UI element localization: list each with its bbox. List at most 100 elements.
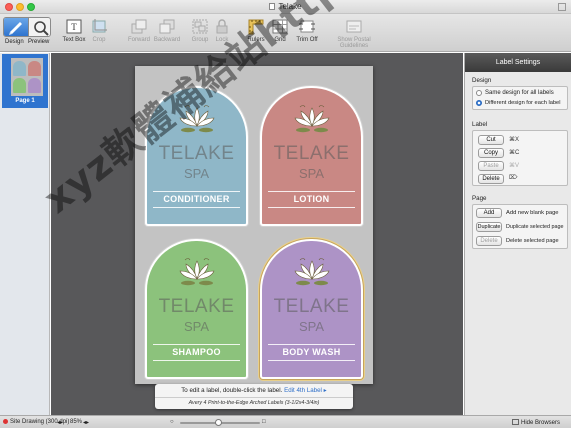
page-section-title: Page xyxy=(472,195,487,202)
label-actions-box: Cut ⌘X Copy ⌘C Paste ⌘V Delete ⌦ xyxy=(472,130,568,186)
svg-text:T: T xyxy=(71,22,77,32)
red-dot-icon xyxy=(3,419,8,426)
show-postal-label: Show Postal Guidelines xyxy=(337,37,371,49)
label-shampoo[interactable]: TELAKE SPA SHAMPOO xyxy=(145,239,248,379)
page-thumbnail[interactable]: Page 1 xyxy=(2,54,48,108)
label-lotion[interactable]: TELAKE SPA LOTION xyxy=(260,86,363,226)
zoom-level[interactable]: 85% xyxy=(70,419,82,425)
group-icon xyxy=(191,18,209,35)
rulers-icon xyxy=(247,18,265,35)
copy-button[interactable]: Copy xyxy=(478,148,504,158)
rulers-button[interactable]: Rulers xyxy=(245,16,267,50)
crop-label: Crop xyxy=(92,37,106,43)
grid-icon xyxy=(271,18,289,35)
paste-shortcut: ⌘V xyxy=(509,163,520,169)
add-page-description: Add new blank page xyxy=(506,210,559,216)
sidebar-toggle-icon xyxy=(512,419,519,425)
label-product-name: SHAMPOO xyxy=(172,347,221,357)
lotus-logo-icon xyxy=(292,102,332,136)
design-canvas[interactable]: TELAKE SPA CONDITIONER TELAKE SPA LOTION TEL… xyxy=(51,53,463,415)
group-button[interactable]: Group xyxy=(189,16,211,50)
label-sub-text: SPA xyxy=(298,166,325,181)
label-product-name: CONDITIONER xyxy=(163,194,230,204)
edit-hint-panel: To edit a label, double-click the label.… xyxy=(155,384,353,409)
text-box-icon: T xyxy=(65,18,83,35)
label-brand-text: TELAKE xyxy=(158,143,235,164)
zoom-stepper-icon[interactable]: ◂▸ xyxy=(83,419,89,426)
title-bar: Telake xyxy=(0,0,571,14)
label-sub-text: SPA xyxy=(298,319,325,334)
lotus-logo-icon xyxy=(177,102,217,136)
duplicate-page-button[interactable]: Duplicate xyxy=(476,222,502,232)
document-icon xyxy=(269,3,276,10)
label-product-name: BODY WASH xyxy=(282,347,341,357)
hide-browsers-button[interactable]: Hide Browsers xyxy=(512,419,560,426)
label-brand-text: TELAKE xyxy=(273,296,350,317)
page-thumbnail-preview xyxy=(11,58,43,96)
label-product-name: LOTION xyxy=(293,194,330,204)
different-design-radio[interactable] xyxy=(476,100,482,106)
delete-label-button[interactable]: Delete xyxy=(478,174,504,184)
lock-label: Lock xyxy=(215,37,229,43)
show-postal-guidelines-button[interactable]: Show Postal Guidelines xyxy=(323,16,385,50)
forward-label: Forward xyxy=(127,37,150,43)
same-design-radio[interactable] xyxy=(476,90,482,96)
lotus-logo-icon xyxy=(177,255,217,289)
delete-key-icon: ⌦ xyxy=(509,175,518,181)
crop-button[interactable]: Crop xyxy=(88,16,110,50)
grid-label: Grid xyxy=(274,37,286,43)
label-sheet: TELAKE SPA CONDITIONER TELAKE SPA LOTION TEL… xyxy=(135,66,373,384)
design-label: Design xyxy=(5,39,24,45)
play-arrow-icon[interactable]: ▸ xyxy=(324,387,327,394)
label-conditioner[interactable]: TELAKE SPA CONDITIONER xyxy=(145,86,248,226)
zoom-out-icon[interactable]: ○ xyxy=(170,419,174,425)
thumb-label-4 xyxy=(28,78,41,93)
add-page-button[interactable]: Add xyxy=(476,208,502,218)
mode-segmented-control[interactable] xyxy=(3,17,51,37)
text-box-button[interactable]: T Text Box xyxy=(61,16,87,50)
lotus-logo-icon xyxy=(292,255,332,289)
lock-button[interactable]: Lock xyxy=(212,16,232,50)
status-bar: Site Drawing (300 dpi) ◂▸ 85% ◂▸ ○ □ Hid… xyxy=(0,415,571,428)
trim-off-button[interactable]: Trim Off xyxy=(294,16,320,50)
inspector-title: Label Settings xyxy=(465,53,571,72)
window-title-text: Telake xyxy=(278,2,302,11)
edit-hint-text: To edit a label, double-click the label. xyxy=(181,387,283,394)
delete-page-description: Delete selected page xyxy=(506,238,559,244)
stepper-icon[interactable]: ◂▸ xyxy=(57,419,63,426)
label-sub-text: SPA xyxy=(183,319,210,334)
text-box-label: Text Box xyxy=(62,37,86,43)
template-name: Avery 4 Print-to-the-Edge Arched Labels … xyxy=(155,397,353,406)
duplicate-page-description: Duplicate selected page xyxy=(506,224,564,230)
group-label: Group xyxy=(191,37,209,43)
trim-off-label: Trim Off xyxy=(296,37,318,43)
backward-button[interactable]: Backward xyxy=(152,16,182,50)
delete-page-button[interactable]: Delete xyxy=(476,236,502,246)
cut-button[interactable]: Cut xyxy=(478,135,504,145)
page-number-label: Page 1 xyxy=(15,98,35,104)
toolbar: Design Preview T Text Box Crop Forward B… xyxy=(0,14,571,52)
trim-icon xyxy=(298,18,316,35)
label-body-wash[interactable]: TELAKE SPA BODY WASH xyxy=(260,239,363,379)
lock-icon xyxy=(213,18,231,35)
magnifier-icon[interactable] xyxy=(30,19,51,37)
rulers-label: Rulers xyxy=(247,37,265,43)
design-mode-segment[interactable] xyxy=(4,18,28,36)
thumb-label-3 xyxy=(13,78,26,93)
crop-icon xyxy=(90,18,108,35)
fullscreen-icon[interactable] xyxy=(558,3,566,11)
grid-button[interactable]: Grid xyxy=(270,16,290,50)
zoom-slider[interactable] xyxy=(180,419,260,426)
inspector-panel: Label Settings Design Same design for al… xyxy=(464,53,571,415)
zoom-in-icon[interactable]: □ xyxy=(262,419,266,425)
edit-label-link[interactable]: Edit 4th Label xyxy=(284,387,322,394)
paste-button[interactable]: Paste xyxy=(478,161,504,171)
backward-label: Backward xyxy=(153,37,181,43)
preview-label: Preview xyxy=(28,39,50,45)
forward-button[interactable]: Forward xyxy=(126,16,152,50)
postal-guidelines-icon xyxy=(345,18,363,35)
hide-browsers-label: Hide Browsers xyxy=(521,420,561,426)
design-section-title: Design xyxy=(472,77,492,84)
send-backward-icon xyxy=(158,18,176,35)
zoom-slider-knob[interactable] xyxy=(215,419,222,426)
